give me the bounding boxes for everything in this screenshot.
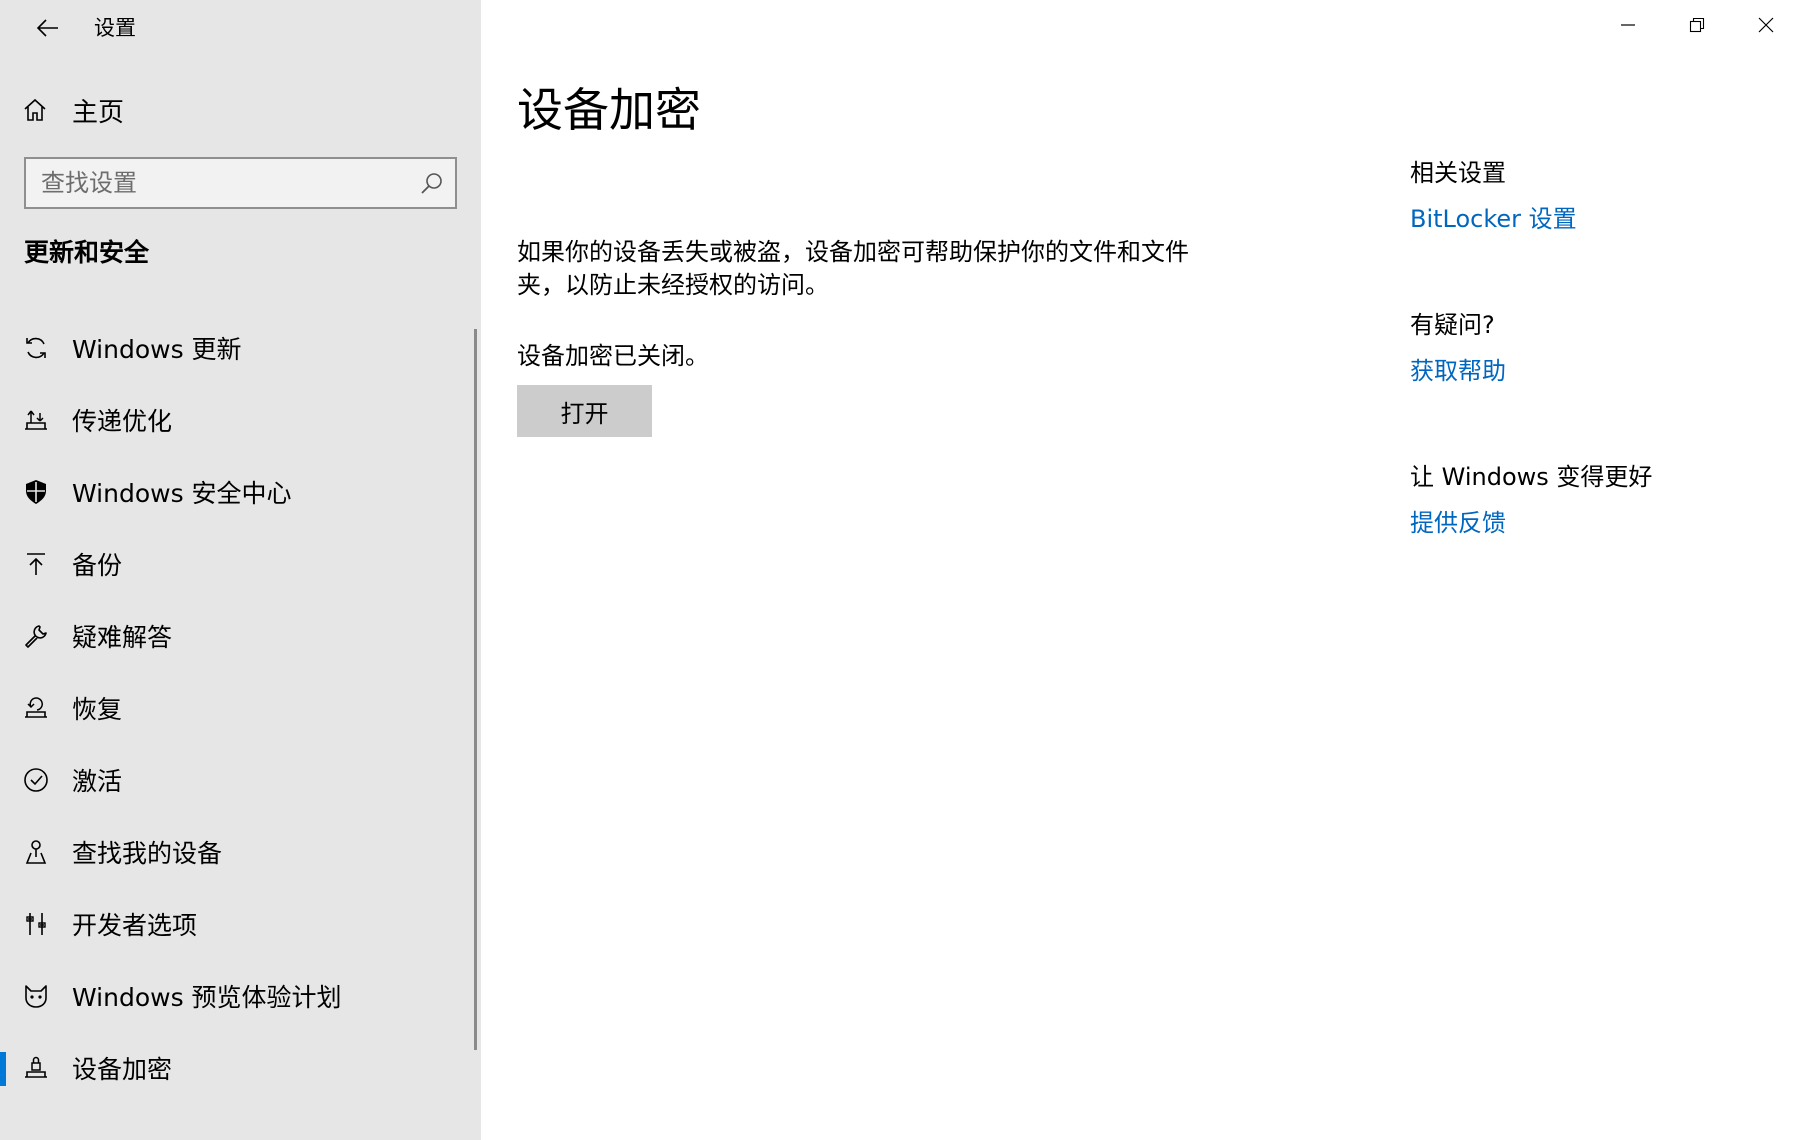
sidebar-item-label: 恢复 [72,695,123,724]
restore-button[interactable] [1662,0,1731,50]
search-icon [421,173,442,194]
recovery-icon [22,694,50,722]
home-icon [22,97,48,123]
close-icon [1758,17,1773,33]
sidebar-item-activation[interactable]: 激活 [0,744,474,816]
sidebar-item-delivery-optimization[interactable]: 传递优化 [0,384,474,456]
search-input[interactable] [26,159,409,207]
sidebar-item-label: Windows 安全中心 [72,479,292,508]
delivery-optimization-icon [22,406,50,434]
sidebar-item-troubleshoot[interactable]: 疑难解答 [0,600,474,672]
encryption-description: 如果你的设备丢失或被盗，设备加密可帮助保护你的文件和文件夹，以防止未经授权的访问… [517,238,1189,299]
sidebar-item-device-encryption[interactable]: 设备加密 [0,1032,474,1104]
sidebar-item-for-developers[interactable]: 开发者选项 [0,888,474,960]
window-controls [1593,0,1800,50]
device-encryption-icon [22,1054,50,1082]
sidebar-item-label: 疑难解答 [72,623,173,652]
improve-windows-heading: 让 Windows 变得更好 [1410,463,1653,491]
sidebar-item-label: 备份 [72,551,123,580]
app-title: 设置 [94,16,136,40]
questions-heading: 有疑问? [1410,311,1495,339]
sidebar-item-label: Windows 预览体验计划 [72,983,342,1012]
insider-cat-icon [22,982,50,1010]
sidebar-item-label: 查找我的设备 [72,839,223,868]
page-title: 设备加密 [517,83,701,137]
sidebar-item-backup[interactable]: 备份 [0,528,474,600]
sidebar-item-label: 开发者选项 [72,911,198,940]
related-settings-heading: 相关设置 [1410,159,1506,187]
search-button[interactable] [409,159,455,207]
questions-section: 有疑问? 获取帮助 [1410,308,1790,388]
sidebar-item-find-my-device[interactable]: 查找我的设备 [0,816,474,888]
sidebar-item-windows-update[interactable]: Windows 更新 [0,312,474,384]
sidebar-item-label: 传递优化 [72,407,173,436]
sidebar-item-home[interactable]: 主页 [0,86,481,134]
feedback-section: 让 Windows 变得更好 提供反馈 [1410,460,1790,540]
bitlocker-settings-link[interactable]: BitLocker 设置 [1410,202,1577,236]
nav-list: Windows 更新 传递优化 Windows 安全中心 备份 疑难解答 恢复 … [0,312,474,1104]
sidebar-scrollbar[interactable] [474,329,477,1050]
sidebar-item-label: Windows 更新 [72,335,242,364]
turn-on-button[interactable]: 打开 [517,385,652,437]
restore-icon [1689,17,1704,33]
sidebar-item-label: 激活 [72,767,123,796]
backup-arrow-icon [22,550,50,578]
sidebar-item-label: 主页 [72,97,125,128]
minimize-icon [1620,24,1635,26]
sidebar-item-label: 设备加密 [72,1055,173,1084]
person-location-icon [22,838,50,866]
close-button[interactable] [1731,0,1800,50]
back-arrow-icon [37,19,58,37]
section-title: 更新和安全 [24,238,150,267]
sidebar-item-windows-security[interactable]: Windows 安全中心 [0,456,474,528]
back-button[interactable] [20,6,76,50]
wrench-icon [22,622,50,650]
check-circle-icon [22,766,50,794]
shield-icon [22,478,50,506]
sidebar-item-recovery[interactable]: 恢复 [0,672,474,744]
main-content: 设备加密 如果你的设备丢失或被盗，设备加密可帮助保护你的文件和文件夹，以防止未经… [481,0,1800,1140]
get-help-link[interactable]: 获取帮助 [1410,354,1506,388]
minimize-button[interactable] [1593,0,1662,50]
sidebar: 设置 主页 更新和安全 [0,0,481,1140]
sidebar-item-windows-insider[interactable]: Windows 预览体验计划 [0,960,474,1032]
selection-indicator [0,1052,6,1086]
encryption-status: 设备加密已关闭。 [517,342,709,370]
give-feedback-link[interactable]: 提供反馈 [1410,506,1506,540]
search-box [24,157,457,209]
settings-window: 设置 主页 更新和安全 [0,0,1800,1140]
sync-icon [22,334,50,362]
related-settings-section: 相关设置 BitLocker 设置 [1410,156,1790,236]
developer-tools-icon [22,910,50,938]
